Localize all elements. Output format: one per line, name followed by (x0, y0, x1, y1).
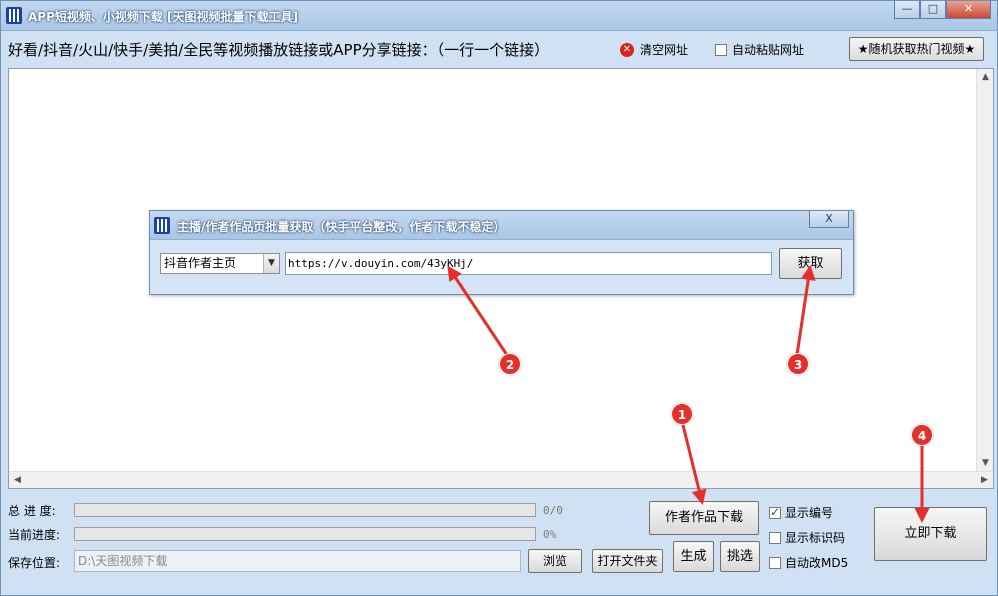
dialog-title-bar: 主播/作者作品页批量获取（快手平台整改，作者下载不稳定） X (150, 211, 853, 240)
open-folder-button[interactable]: 打开文件夹 (592, 549, 663, 573)
window-controls: — □ ✕ (894, 1, 991, 19)
source-select-value: 抖音作者主页 (164, 256, 237, 270)
author-batch-dialog: 主播/作者作品页批量获取（快手平台整改，作者下载不稳定） X 抖音作者主页 ▼ … (149, 210, 854, 295)
clear-urls-button[interactable]: ✕ 清空网址 (620, 41, 688, 58)
source-select[interactable]: 抖音作者主页 ▼ (160, 253, 280, 274)
annotation-marker-3: 3 (787, 353, 809, 375)
author-download-button[interactable]: 作者作品下载 (649, 501, 759, 535)
download-now-button[interactable]: 立即下载 (874, 507, 987, 561)
show-number-label: 显示编号 (785, 506, 834, 520)
show-number-option[interactable]: 显示编号 (769, 504, 833, 521)
current-progress-label: 当前进度: (8, 528, 61, 542)
annotation-marker-1: 1 (671, 403, 693, 425)
annotation-marker-4: 4 (911, 424, 933, 446)
auto-md5-checkbox[interactable] (769, 556, 781, 569)
clear-icon: ✕ (620, 42, 634, 57)
current-progress-value: 0% (543, 528, 557, 541)
instruction-label: 好看/抖音/火山/快手/美拍/全民等视频播放链接或APP分享链接：（一行一个链接… (8, 41, 550, 59)
save-location-label: 保存位置: (8, 556, 61, 570)
pick-button[interactable]: 挑选 (720, 541, 760, 572)
scroll-right-icon[interactable]: ▶ (976, 472, 993, 489)
title-bar: APP短视频、小视频下载 [天图视频批量下载工具] — □ ✕ (1, 1, 997, 31)
random-hot-video-button[interactable]: ★随机获取热门视频★ (849, 37, 984, 61)
show-id-label: 显示标识码 (785, 531, 846, 545)
autopaste-label: 自动粘贴网址 (732, 43, 805, 57)
fetch-button[interactable]: 获取 (779, 248, 842, 279)
show-id-checkbox[interactable] (769, 531, 781, 544)
author-url-input[interactable]: https://v.douyin.com/43yKHj/ (285, 252, 772, 275)
scroll-left-icon[interactable]: ◀ (9, 472, 26, 489)
main-window: APP短视频、小视频下载 [天图视频批量下载工具] — □ ✕ 好看/抖音/火山… (0, 0, 998, 596)
dialog-app-icon (154, 217, 170, 234)
auto-md5-label: 自动改MD5 (785, 556, 849, 570)
generate-button[interactable]: 生成 (673, 541, 714, 572)
current-progress-bar (74, 527, 536, 541)
save-path-input[interactable]: D:\天图视频下载 (74, 550, 521, 572)
total-progress-value: 0/0 (543, 504, 563, 517)
app-icon (6, 7, 22, 24)
minimize-button[interactable]: — (894, 1, 920, 19)
scroll-up-icon[interactable]: ▲ (977, 69, 994, 86)
scroll-down-icon[interactable]: ▼ (977, 455, 994, 472)
show-number-checkbox[interactable] (769, 505, 781, 519)
close-button[interactable]: ✕ (946, 1, 991, 19)
vertical-scrollbar[interactable]: ▲ ▼ (976, 69, 993, 472)
chevron-down-icon[interactable]: ▼ (263, 254, 279, 273)
window-title: APP短视频、小视频下载 [天图视频批量下载工具] (28, 10, 299, 24)
maximize-button[interactable]: □ (920, 1, 946, 19)
autopaste-checkbox[interactable] (715, 43, 727, 56)
annotation-marker-2: 2 (499, 353, 521, 375)
auto-md5-option[interactable]: 自动改MD5 (769, 554, 848, 571)
browse-button[interactable]: 浏览 (528, 549, 582, 573)
autopaste-option[interactable]: 自动粘贴网址 (715, 41, 804, 58)
total-progress-label: 总 进 度: (8, 504, 56, 518)
dialog-title: 主播/作者作品页批量获取（快手平台整改，作者下载不稳定） (177, 220, 506, 234)
dialog-close-button[interactable]: X (809, 211, 849, 228)
show-id-option[interactable]: 显示标识码 (769, 529, 845, 546)
total-progress-bar (74, 503, 536, 517)
horizontal-scrollbar[interactable]: ◀ ▶ (9, 471, 993, 488)
clear-urls-label: 清空网址 (640, 43, 689, 57)
